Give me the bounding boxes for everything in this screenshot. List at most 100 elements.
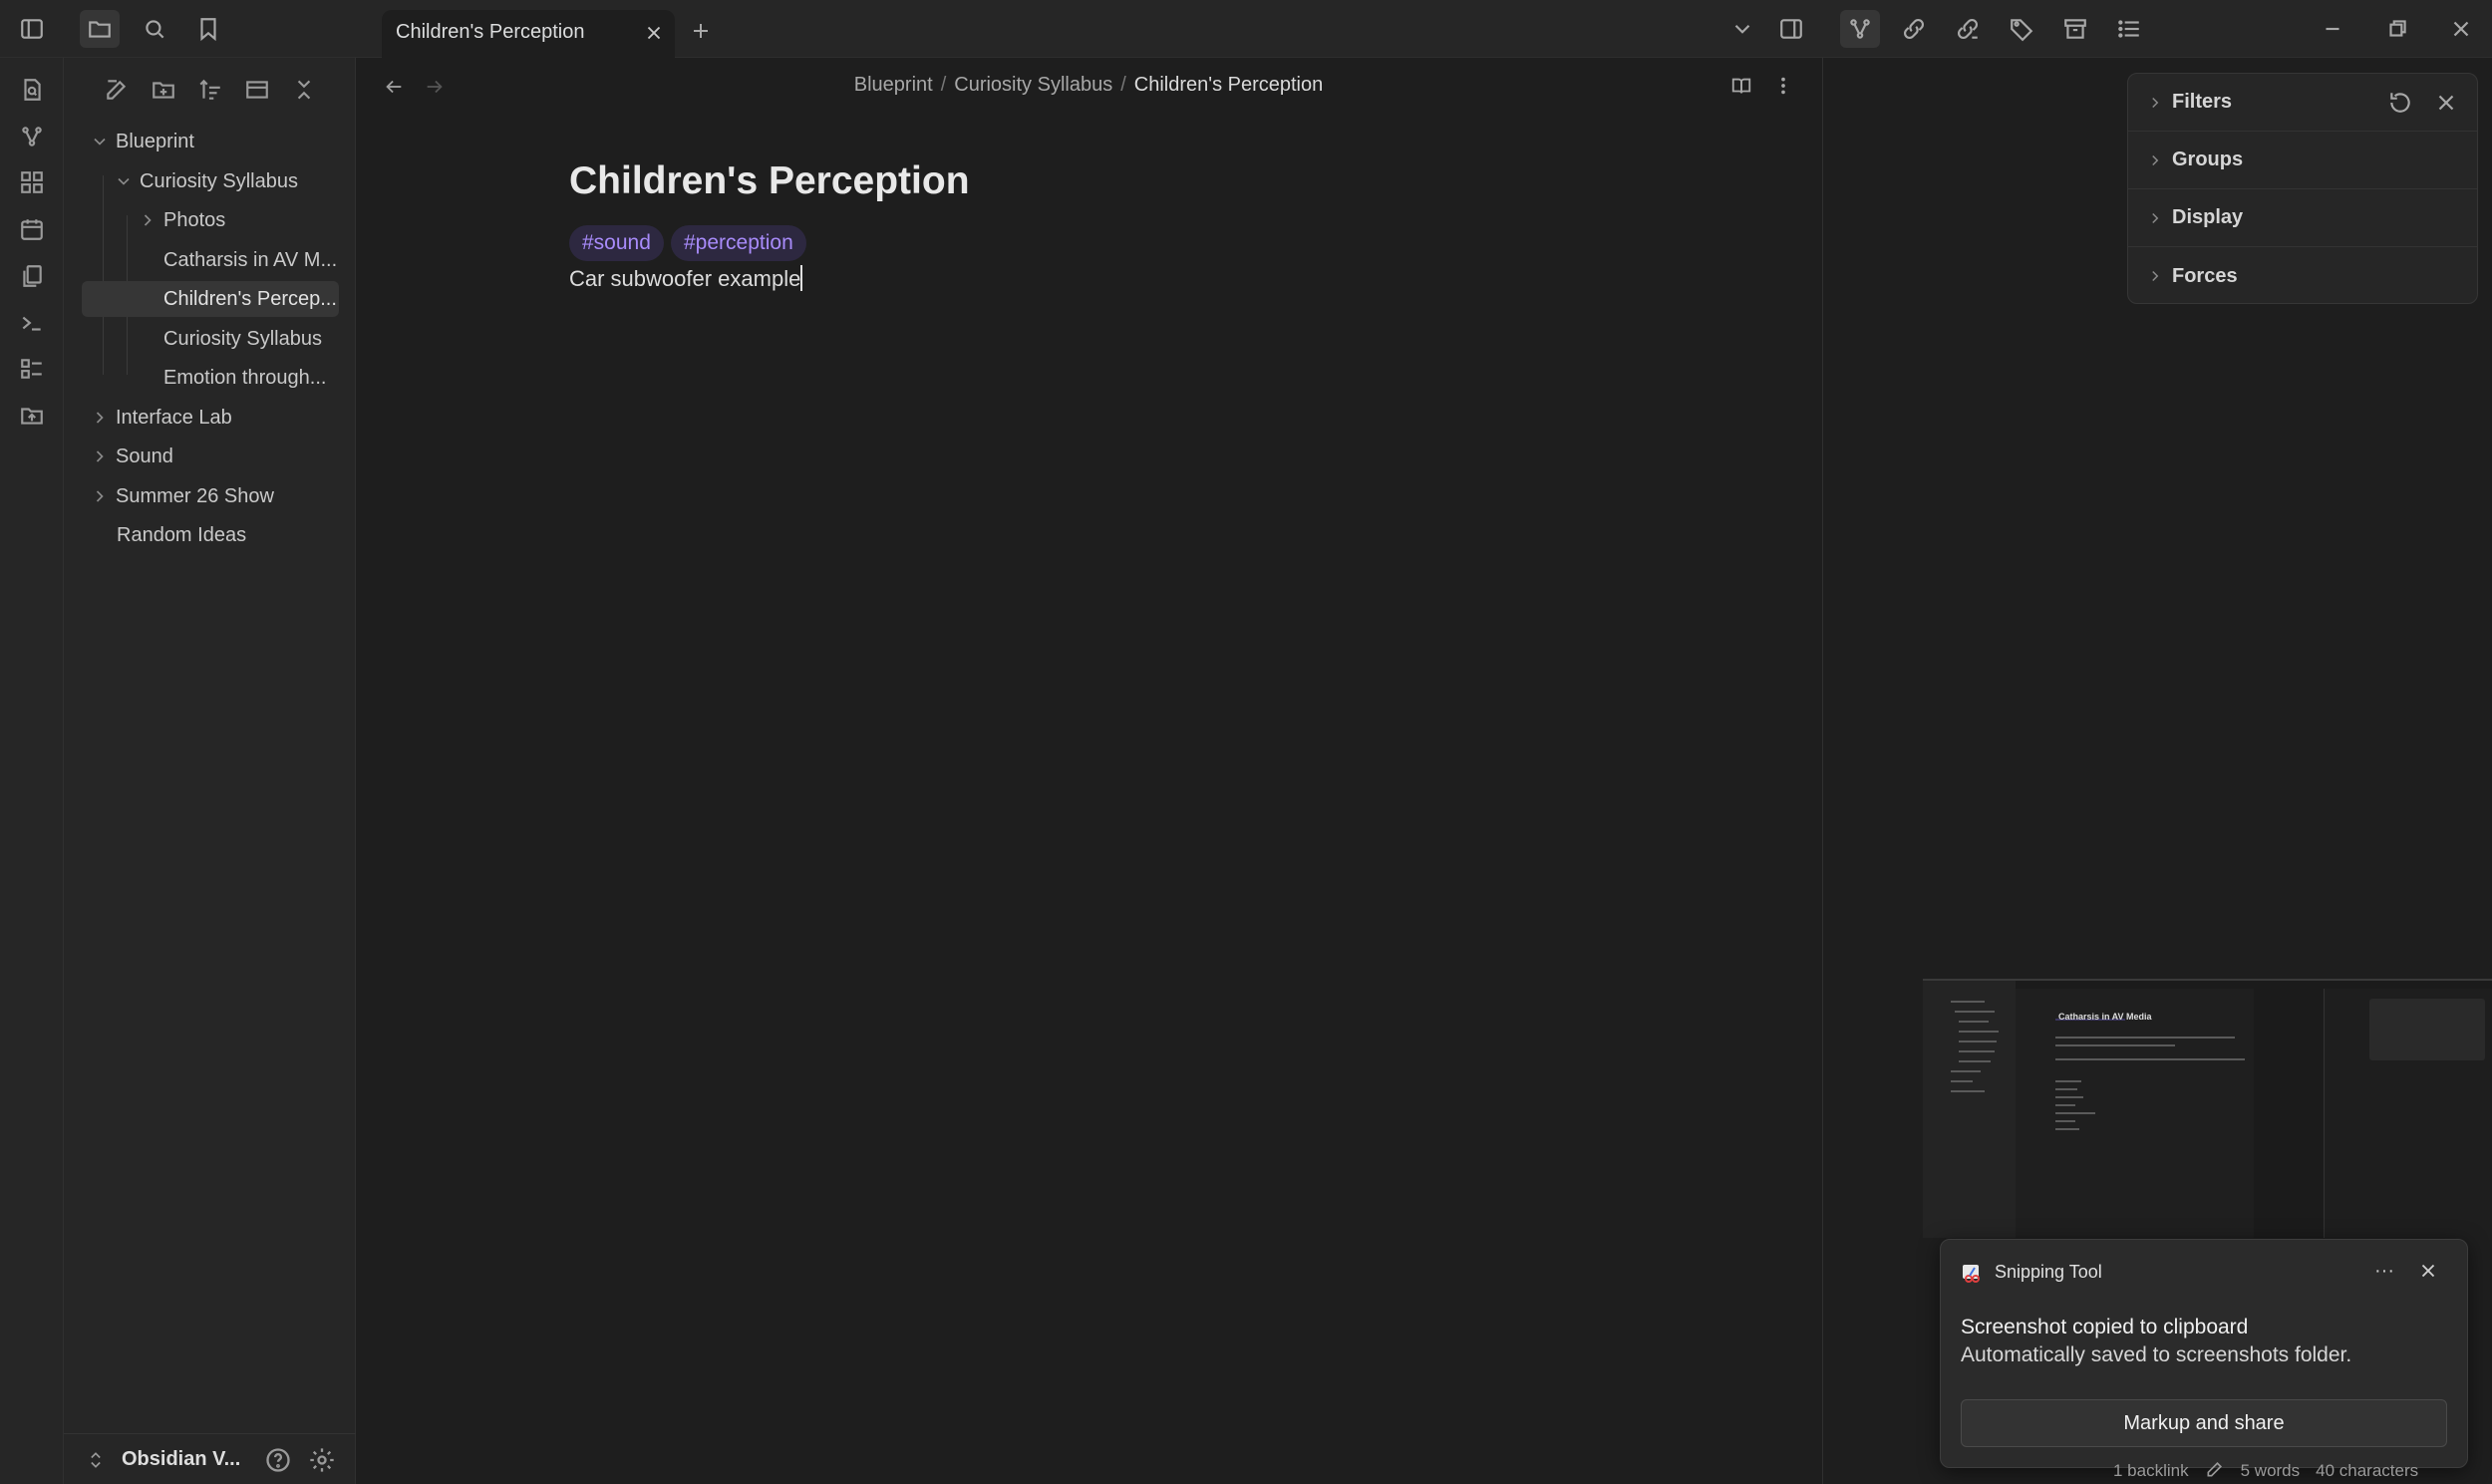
forces-section[interactable]: Forces [2128, 247, 2477, 305]
outline-icon[interactable] [2109, 10, 2149, 48]
chevron-right-icon [2146, 151, 2164, 169]
chevron-down-icon [90, 132, 110, 151]
tree-file-childrens-perception[interactable]: Children's Percep... [82, 281, 339, 317]
tag-perception[interactable]: #perception [671, 225, 806, 261]
mini-graph-panel [2369, 999, 2485, 1060]
close-icon[interactable] [2441, 10, 2481, 48]
tree-item-label: Curiosity Syllabus [163, 327, 322, 350]
tree-folder-summer-26-show[interactable]: Summer 26 Show [90, 478, 339, 514]
display-section[interactable]: Display [2128, 189, 2477, 247]
tree-item-label: Photos [163, 208, 226, 231]
tree-folder-photos[interactable]: Photos [138, 202, 339, 238]
vault-chevron-icon[interactable] [86, 1446, 106, 1474]
chevron-right-icon [2146, 209, 2164, 227]
tree-folder-interface-lab[interactable]: Interface Lab [90, 400, 339, 436]
templates-icon[interactable] [12, 256, 52, 296]
note-title[interactable]: Children's Perception [569, 159, 970, 203]
chevron-right-icon [90, 408, 110, 428]
tree-file-curiosity-syllabus[interactable]: Curiosity Syllabus [138, 321, 339, 357]
folder-icon[interactable] [80, 10, 120, 48]
groups-section[interactable]: Groups [2128, 132, 2477, 189]
reset-icon[interactable] [2387, 90, 2413, 116]
section-label: Filters [2172, 91, 2233, 113]
breadcrumb-item[interactable]: Blueprint [854, 74, 933, 96]
title-bar: Children's Perception [0, 0, 2492, 58]
tree-file-emotion-through[interactable]: Emotion through... [138, 360, 339, 396]
open-quick-switcher-icon[interactable] [12, 70, 52, 110]
chevron-right-icon [138, 210, 157, 230]
breadcrumb: Blueprint / Curiosity Syllabus / Children's … [356, 74, 1821, 97]
minimize-icon[interactable] [2313, 10, 2352, 48]
section-label: Groups [2172, 148, 2244, 170]
tree-item-label: Sound [116, 445, 173, 467]
more-options-icon[interactable]: ··· [2369, 1260, 2399, 1286]
chevron-right-icon [90, 486, 110, 506]
bases-icon[interactable] [12, 349, 52, 389]
tree-item-label: Blueprint [116, 130, 194, 152]
note-body-text: Car subwoofer example [569, 266, 801, 291]
tab-childrens-perception[interactable]: Children's Perception [382, 10, 675, 58]
graph-icon[interactable] [12, 117, 52, 156]
notification-message: Automatically saved to screenshots folde… [1961, 1343, 2352, 1366]
archive-icon[interactable] [2055, 10, 2095, 48]
chevron-down-icon[interactable] [1722, 10, 1762, 48]
tag-icon[interactable] [2002, 10, 2041, 48]
collapse-all-icon[interactable] [284, 72, 324, 108]
tree-file-catharsis[interactable]: Catharsis in AV M... [138, 242, 339, 278]
new-folder-icon[interactable] [144, 72, 183, 108]
import-icon[interactable] [12, 396, 52, 436]
character-count: 40 characters [2316, 1461, 2419, 1480]
breadcrumb-item[interactable]: Curiosity Syllabus [954, 74, 1112, 96]
tree-guide [103, 175, 104, 375]
status-bar: 1 backlink 5 words 40 characters [2113, 1458, 2492, 1484]
breadcrumb-current[interactable]: Children's Perception [1134, 74, 1323, 96]
close-icon[interactable] [2417, 1260, 2443, 1286]
bookmark-icon[interactable] [188, 10, 228, 48]
edit-mode-icon[interactable] [2205, 1459, 2225, 1484]
tree-file-random-ideas[interactable]: Random Ideas [90, 517, 339, 553]
filters-section[interactable]: Filters [2128, 74, 2477, 132]
outgoing-links-icon[interactable] [1948, 10, 1988, 48]
tree-folder-curiosity-syllabus[interactable]: Curiosity Syllabus [114, 163, 339, 199]
close-tab-icon[interactable] [643, 22, 665, 44]
sidebar-toggle-icon[interactable] [12, 10, 52, 48]
backlink-count[interactable]: 1 backlink [2113, 1461, 2189, 1481]
chevron-right-icon [90, 446, 110, 466]
canvas-icon[interactable] [12, 162, 52, 202]
sort-icon[interactable] [190, 72, 230, 108]
reading-view-icon[interactable] [1725, 70, 1757, 102]
tree-folder-blueprint[interactable]: Blueprint [90, 124, 339, 159]
command-palette-icon[interactable] [12, 303, 52, 343]
help-icon[interactable] [264, 1446, 292, 1474]
tree-item-label: Curiosity Syllabus [140, 169, 298, 192]
file-explorer: Blueprint Curiosity Syllabus Photos Cath… [64, 58, 356, 1484]
markup-and-share-button[interactable]: Markup and share [1961, 1399, 2447, 1447]
note-body[interactable]: Car subwoofer example [569, 265, 803, 292]
more-options-icon[interactable] [1767, 70, 1799, 102]
daily-note-icon[interactable] [12, 209, 52, 249]
settings-gear-icon[interactable] [308, 1446, 336, 1474]
tree-item-label: Catharsis in AV M... [163, 248, 338, 271]
notification-title: Screenshot copied to clipboard [1961, 1316, 2249, 1338]
snipping-tool-icon [1961, 1262, 1985, 1286]
backlinks-icon[interactable] [1894, 10, 1934, 48]
section-label: Forces [2172, 264, 2238, 287]
tab-title: Children's Perception [396, 21, 585, 43]
mini-ribbon [1923, 981, 1937, 1238]
breadcrumb-separator: / [940, 74, 947, 96]
new-note-icon[interactable] [97, 72, 137, 108]
close-icon[interactable] [2433, 90, 2459, 116]
right-sidebar-toggle-icon[interactable] [1771, 10, 1811, 48]
ribbon [0, 58, 64, 1484]
screenshot-preview-thumbnail[interactable]: Catharsis in AV Media [1923, 979, 2492, 1238]
tree-folder-sound[interactable]: Sound [90, 439, 339, 474]
vault-name[interactable]: Obsidian V... [122, 1448, 240, 1471]
collapse-toggle-icon[interactable] [237, 72, 277, 108]
tree-item-label: Random Ideas [117, 523, 247, 546]
graph-view-icon[interactable] [1840, 10, 1880, 48]
tree-item-label: Summer 26 Show [116, 484, 274, 507]
new-tab-button[interactable] [684, 14, 718, 48]
tag-sound[interactable]: #sound [569, 225, 664, 261]
restore-icon[interactable] [2377, 10, 2417, 48]
search-icon[interactable] [135, 10, 174, 48]
